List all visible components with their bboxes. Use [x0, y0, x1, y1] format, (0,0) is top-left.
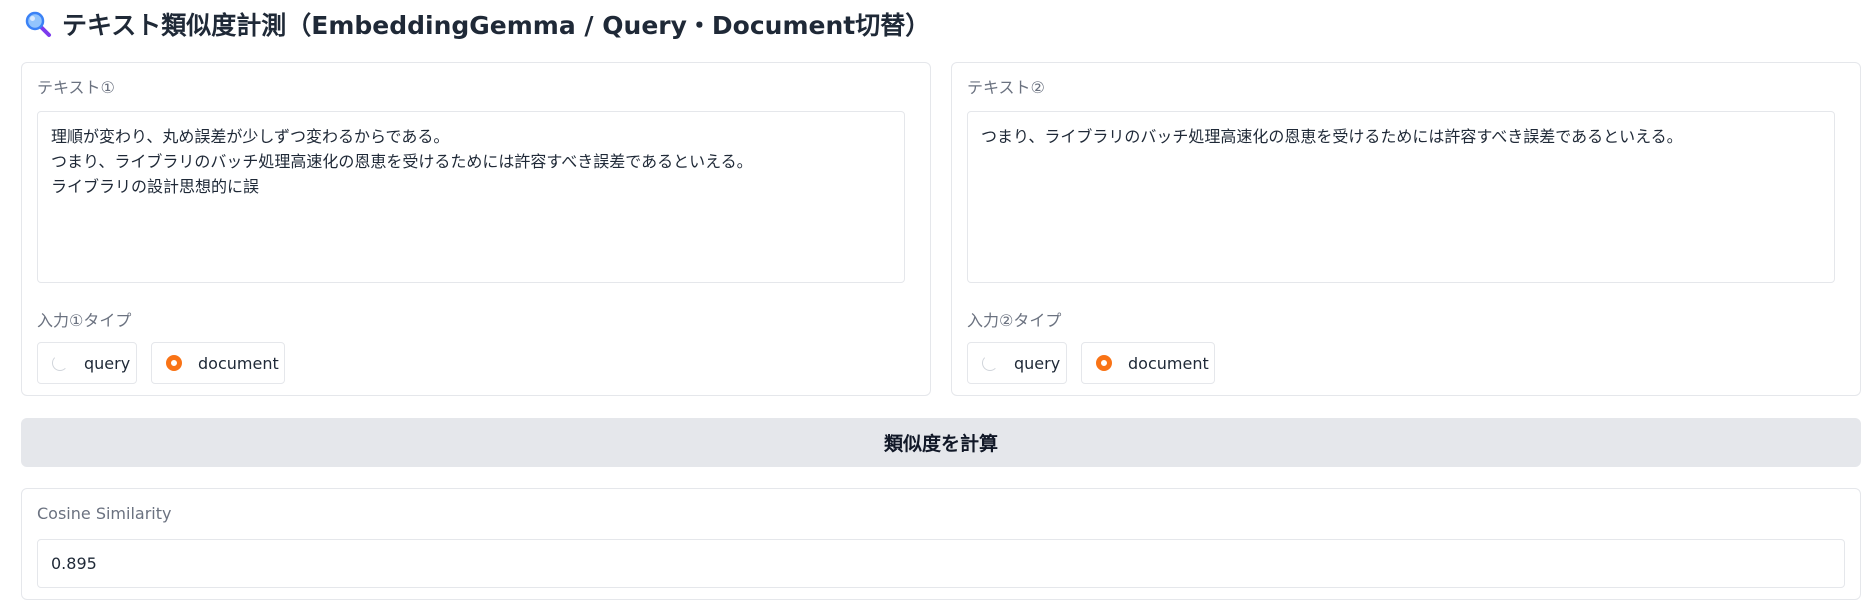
- radio-label: query: [1014, 353, 1061, 373]
- input1-type-label: 入力①タイプ: [37, 311, 132, 330]
- input2-type-radio-group: query document: [967, 342, 1215, 384]
- result-panel: Cosine Similarity 0.895: [21, 488, 1861, 600]
- cosine-similarity-value: 0.895: [51, 554, 97, 573]
- page-title-text: テキスト類似度計測（EmbeddingGemma / Query・Documen…: [62, 11, 931, 40]
- text-input-panel-1: テキスト① 理順が変わり、丸め誤差が少しずつ変わるからである。 つまり、ライブラ…: [21, 62, 931, 396]
- text-input-panel-2: テキスト② つまり、ライブラリのバッチ処理高速化の恩恵を受けるためには許容すべき…: [951, 62, 1861, 396]
- radio-unchecked-icon: [52, 355, 68, 371]
- text1-line: つまり、ライブラリのバッチ処理高速化の恩恵を受けるためには許容すべき誤差であると…: [51, 152, 753, 171]
- page-title: テキスト類似度計測（EmbeddingGemma / Query・Documen…: [24, 6, 930, 42]
- result-label: Cosine Similarity: [37, 504, 172, 523]
- text1-line: 理順が変わり、丸め誤差が少しずつ変わるからである。: [51, 127, 450, 146]
- radio-checked-icon: [1096, 355, 1112, 371]
- input1-document-radio[interactable]: document: [151, 342, 285, 384]
- input1-query-radio[interactable]: query: [37, 342, 137, 384]
- radio-unchecked-icon: [982, 355, 998, 371]
- text1-line: ライブラリの設計思想的に誤: [51, 177, 260, 196]
- radio-label: document: [198, 353, 279, 373]
- input2-query-radio[interactable]: query: [967, 342, 1067, 384]
- compute-similarity-button[interactable]: 類似度を計算: [21, 418, 1861, 467]
- input2-type-label: 入力②タイプ: [967, 311, 1062, 330]
- radio-checked-icon: [166, 355, 182, 371]
- input2-document-radio[interactable]: document: [1081, 342, 1215, 384]
- text2-label: テキスト②: [967, 78, 1045, 97]
- text2-line: つまり、ライブラリのバッチ処理高速化の恩恵を受けるためには許容すべき誤差であると…: [981, 127, 1683, 146]
- cosine-similarity-output[interactable]: 0.895: [37, 539, 1845, 588]
- input1-type-radio-group: query document: [37, 342, 285, 384]
- text1-label: テキスト①: [37, 78, 115, 97]
- radio-label: query: [84, 353, 131, 373]
- radio-label: document: [1128, 353, 1209, 373]
- text2-textarea[interactable]: つまり、ライブラリのバッチ処理高速化の恩恵を受けるためには許容すべき誤差であると…: [967, 111, 1835, 283]
- magnifier-icon: [24, 10, 52, 38]
- text1-textarea[interactable]: 理順が変わり、丸め誤差が少しずつ変わるからである。 つまり、ライブラリのバッチ処…: [37, 111, 905, 283]
